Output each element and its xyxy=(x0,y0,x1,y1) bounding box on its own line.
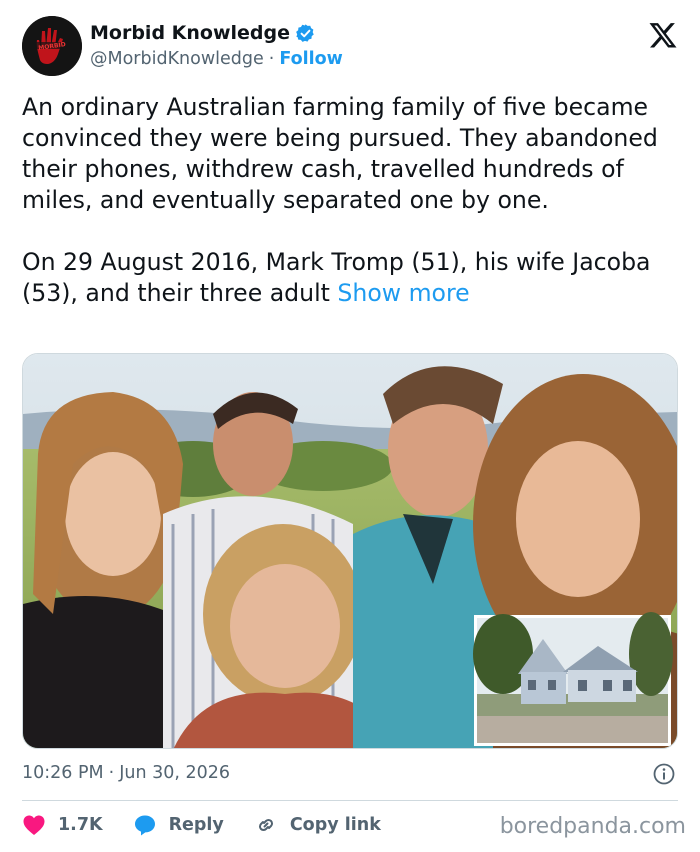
reply-label: Reply xyxy=(168,815,224,835)
tweet-paragraph: An ordinary Australian farming family of… xyxy=(22,93,658,214)
link-icon xyxy=(258,818,273,832)
separator-dot: · xyxy=(108,763,115,783)
tweet-header: MORBID Morbid Knowledge @MorbidKnowledge… xyxy=(22,16,682,78)
x-logo-icon[interactable] xyxy=(648,20,678,50)
author-handle-row: @MorbidKnowledge · Follow xyxy=(90,49,343,69)
copy-link-button[interactable]: Copy link xyxy=(254,813,381,837)
tweet-date[interactable]: Jun 30, 2026 xyxy=(119,763,230,783)
reply-button[interactable]: Reply xyxy=(133,813,224,837)
avatar[interactable]: MORBID xyxy=(22,16,82,76)
like-count: 1.7K xyxy=(58,815,103,835)
author-handle[interactable]: @MorbidKnowledge xyxy=(90,49,264,69)
red-handprint-avatar-icon: MORBID xyxy=(22,16,82,76)
tweet-media[interactable] xyxy=(22,353,678,749)
author-name[interactable]: Morbid Knowledge xyxy=(90,22,290,44)
family-selfie-photo xyxy=(23,354,677,748)
tweet-timestamp: 10:26 PM · Jun 30, 2026 xyxy=(22,760,678,786)
copy-link-label: Copy link xyxy=(289,815,381,835)
tweet-paragraph: On 29 August 2016, Mark Tromp (51), his … xyxy=(22,247,682,309)
heart-icon xyxy=(23,815,45,835)
tweet-actions: 1.7K Reply Copy link xyxy=(22,810,411,840)
like-button[interactable]: 1.7K xyxy=(22,814,103,836)
watermark: boredpanda.com xyxy=(499,814,686,839)
farmhouse-photo xyxy=(473,612,673,746)
verified-badge-icon xyxy=(296,23,314,42)
author-name-row: Morbid Knowledge xyxy=(90,22,316,44)
info-icon[interactable] xyxy=(652,762,676,786)
follow-button[interactable]: Follow xyxy=(279,49,342,69)
divider xyxy=(22,800,678,801)
tweet-text: An ordinary Australian farming family of… xyxy=(22,92,682,309)
separator-dot: · xyxy=(268,49,275,69)
tweet-time[interactable]: 10:26 PM xyxy=(22,763,104,783)
reply-bubble-icon xyxy=(134,815,155,836)
show-more-link[interactable]: Show more xyxy=(337,279,469,307)
